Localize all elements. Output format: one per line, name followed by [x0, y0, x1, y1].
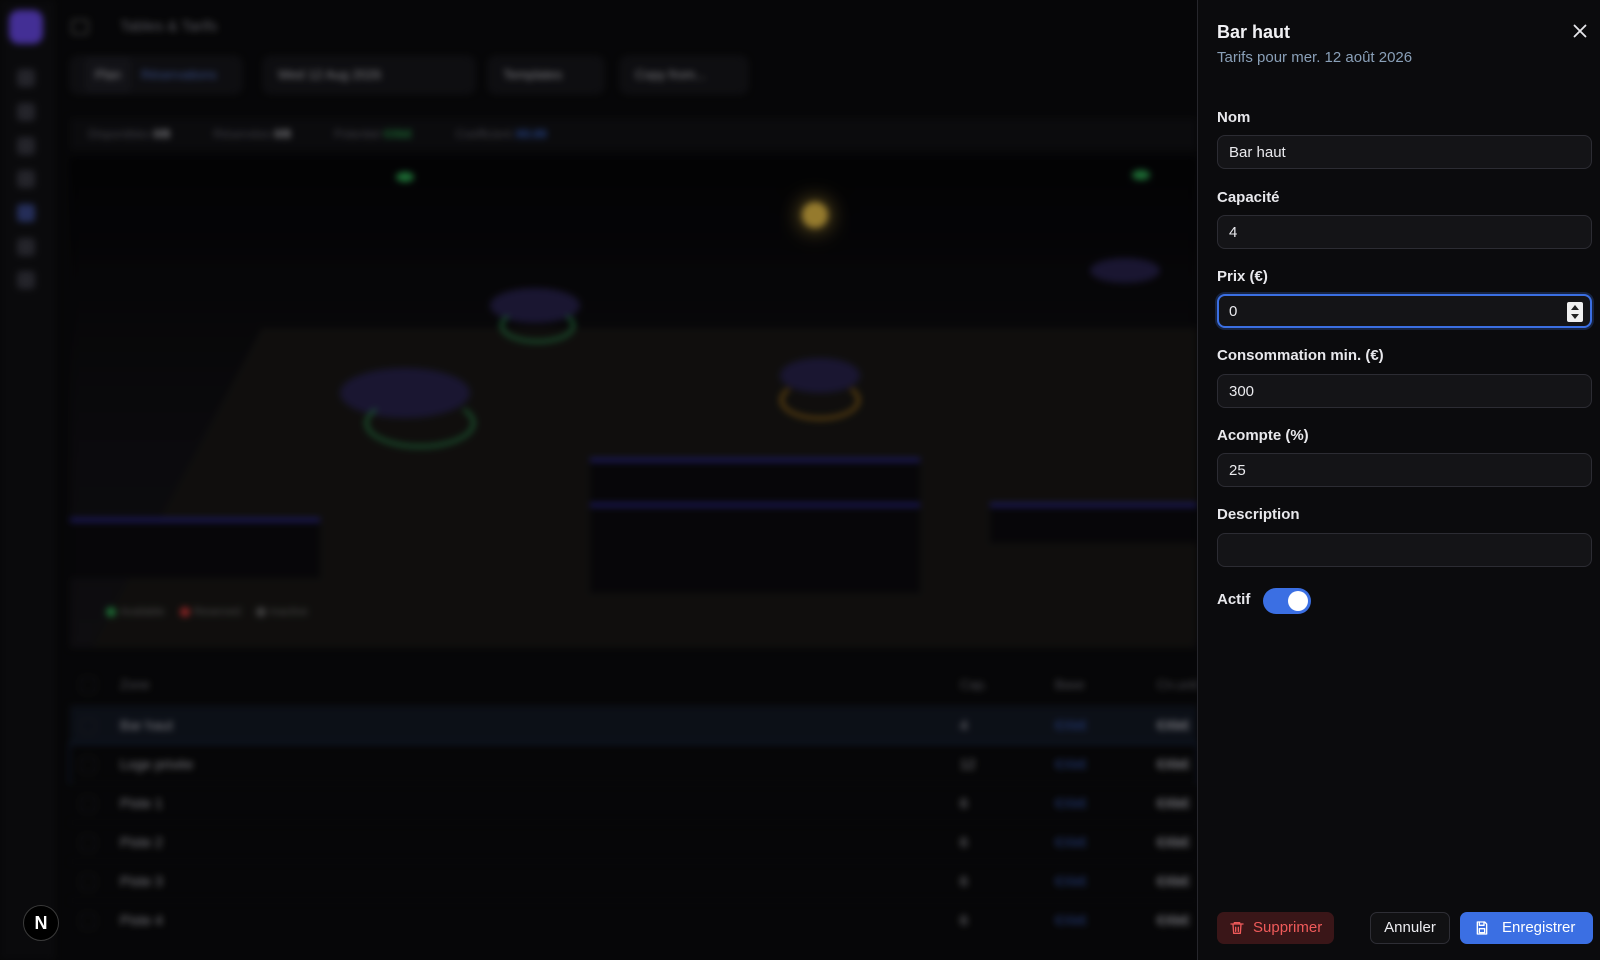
acompte-field [1217, 453, 1592, 487]
dev-tools-badge[interactable]: N [23, 905, 59, 941]
cancel-label: Annuler [1384, 919, 1436, 936]
capacite-input[interactable] [1218, 216, 1591, 248]
nom-input[interactable] [1218, 136, 1591, 168]
save-icon [1476, 921, 1488, 935]
save-label: Enregistrer [1502, 919, 1576, 936]
cancel-button[interactable]: Annuler [1370, 912, 1450, 944]
description-label: Description [1217, 506, 1300, 523]
sheet-subtitle: Tarifs pour mer. 12 août 2026 [1217, 49, 1413, 66]
modal-overlay[interactable] [0, 0, 1197, 960]
consommation-input[interactable] [1218, 375, 1591, 407]
toggle-knob [1288, 591, 1308, 611]
description-input[interactable] [1218, 534, 1591, 566]
actif-toggle[interactable] [1263, 588, 1311, 614]
delete-button[interactable]: Supprimer [1217, 912, 1334, 944]
edit-table-sheet: Bar haut Tarifs pour mer. 12 août 2026 N… [1197, 0, 1600, 960]
consommation-field [1217, 374, 1592, 408]
trash-icon [1230, 922, 1244, 934]
prix-input[interactable] [1219, 296, 1590, 326]
description-field [1217, 533, 1592, 567]
sheet-title: Bar haut [1217, 22, 1291, 42]
delete-label: Supprimer [1253, 919, 1323, 936]
prix-label: Prix (€) [1217, 268, 1268, 285]
prix-field [1217, 294, 1592, 328]
actif-label: Actif [1217, 591, 1251, 608]
capacite-field [1217, 215, 1592, 249]
acompte-label: Acompte (%) [1217, 427, 1309, 444]
capacite-label: Capacité [1217, 189, 1280, 206]
acompte-input[interactable] [1218, 454, 1591, 486]
nom-field [1217, 135, 1592, 169]
number-stepper[interactable] [1567, 302, 1583, 322]
close-icon [1573, 24, 1587, 38]
nom-label: Nom [1217, 109, 1251, 126]
consommation-label: Consommation min. (€) [1217, 347, 1384, 364]
close-button[interactable] [1569, 20, 1591, 42]
save-button[interactable]: Enregistrer [1460, 912, 1593, 944]
background-app: Tables & Tarifs Plan Réservations Wed 12 … [0, 0, 1197, 960]
